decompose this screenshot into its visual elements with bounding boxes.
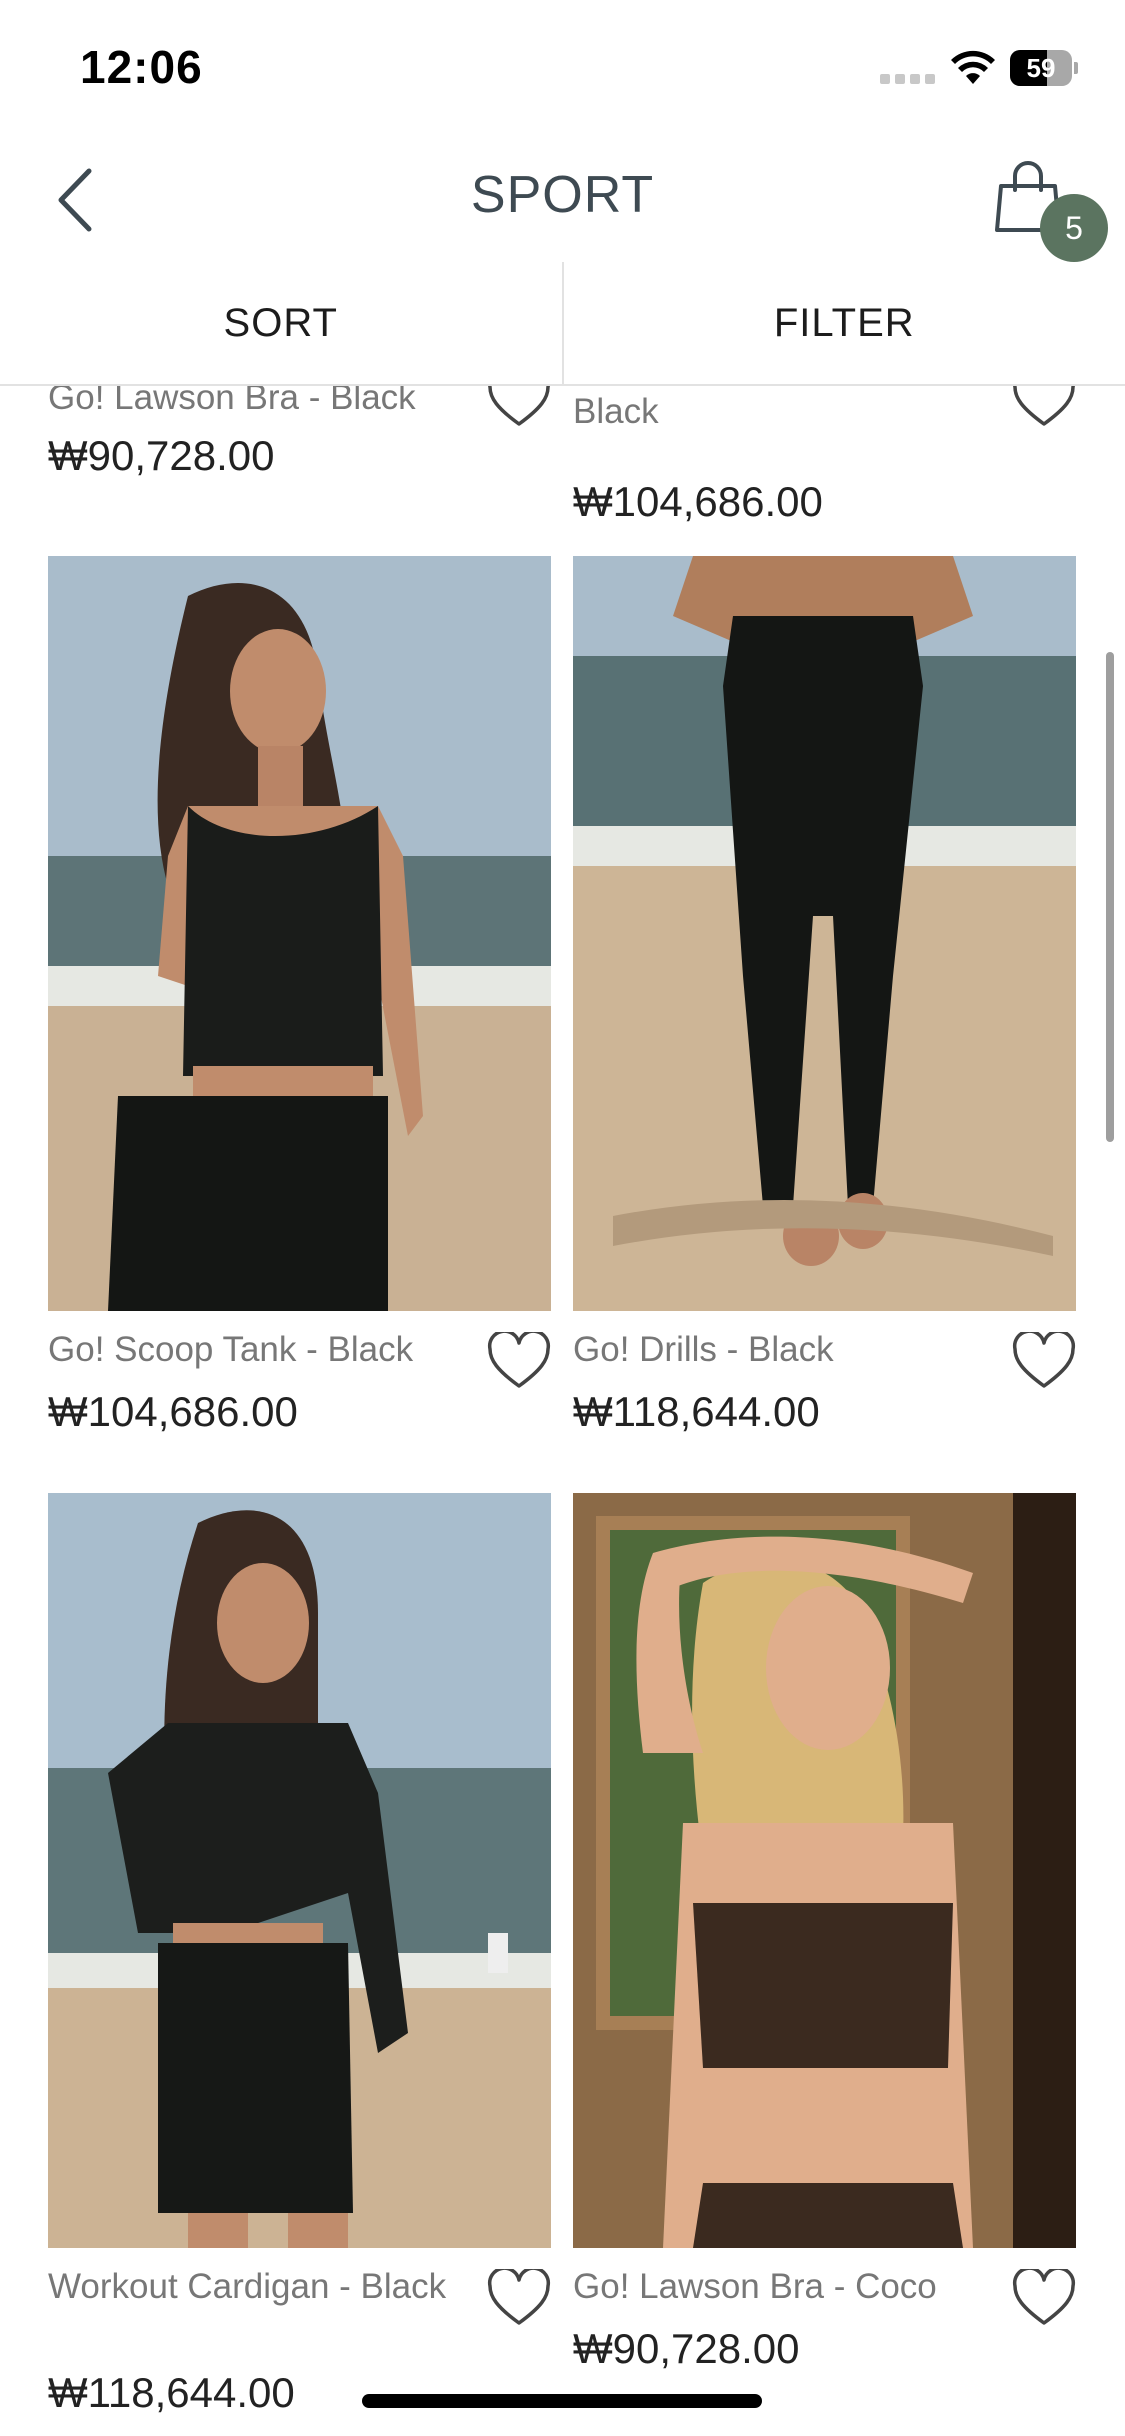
sort-button[interactable]: SORT [0, 262, 562, 384]
page-title: SPORT [470, 166, 655, 224]
wifi-icon [951, 50, 995, 84]
heart-icon[interactable] [1012, 2269, 1076, 2327]
product-image[interactable] [573, 556, 1076, 1311]
product-name: Go! Lawson Bra - Black [48, 386, 416, 417]
product-price: ₩104,686.00 [573, 478, 823, 525]
beach-photo-drills [573, 556, 1076, 1311]
scrollbar[interactable] [1106, 652, 1114, 1142]
product-name: Go! Lawson Bra - Coco [573, 2267, 937, 2306]
product-card[interactable]: Go! Drills - Black ₩118,644.00 [573, 556, 1076, 1435]
product-price: ₩118,644.00 [573, 1388, 820, 1435]
heart-icon[interactable] [487, 1332, 551, 1390]
filter-button[interactable]: FILTER [564, 262, 1125, 384]
battery-icon: 59 [1010, 50, 1078, 86]
product-image[interactable] [48, 556, 551, 1311]
beach-photo-workout-cardigan [48, 1493, 551, 2248]
product-grid: Go! Lawson Bra - Black ₩90,728.00 Go! Sh… [0, 386, 1125, 2436]
status-time: 12:06 [80, 41, 203, 93]
heart-icon[interactable] [1012, 386, 1076, 428]
product-image[interactable] [573, 1493, 1076, 2248]
cellular-signal-icon [880, 70, 936, 84]
product-name: Go! Shortie Shorts - Black [573, 386, 882, 431]
home-indicator[interactable] [362, 2394, 762, 2408]
chevron-left-icon [58, 168, 92, 232]
product-price: ₩118,644.00 [48, 2369, 295, 2416]
product-image[interactable] [48, 1493, 551, 2248]
cart-count-badge: 5 [1040, 194, 1108, 262]
battery-percent: 59 [1026, 53, 1056, 83]
status-bar: 12:06 59 [0, 0, 1125, 130]
product-price: ₩90,728.00 [573, 2325, 800, 2372]
product-price: ₩90,728.00 [48, 432, 275, 479]
product-name: Go! Drills - Black [573, 1330, 834, 1369]
heart-icon[interactable] [1012, 1332, 1076, 1390]
product-name: Workout Cardigan - Black [48, 2267, 447, 2306]
app-header: SPORT [0, 140, 1125, 260]
product-card[interactable]: Workout Cardigan - Black ₩118,644.00 [48, 1493, 551, 2416]
product-price: ₩104,686.00 [48, 1388, 298, 1435]
heart-icon[interactable] [487, 2269, 551, 2327]
product-card[interactable]: Go! Scoop Tank - Black ₩104,686.00 [48, 556, 551, 1435]
product-card[interactable]: Go! Lawson Bra - Coco ₩90,728.00 [573, 1493, 1076, 2372]
back-button[interactable] [40, 160, 110, 240]
product-name: Go! Scoop Tank - Black [48, 1330, 414, 1369]
cabin-photo-lawson-bra-coco [573, 1493, 1076, 2248]
beach-photo-scoop-tank [48, 556, 551, 1311]
heart-icon[interactable] [487, 386, 551, 428]
sort-filter-bar: SORT FILTER [0, 262, 1125, 386]
